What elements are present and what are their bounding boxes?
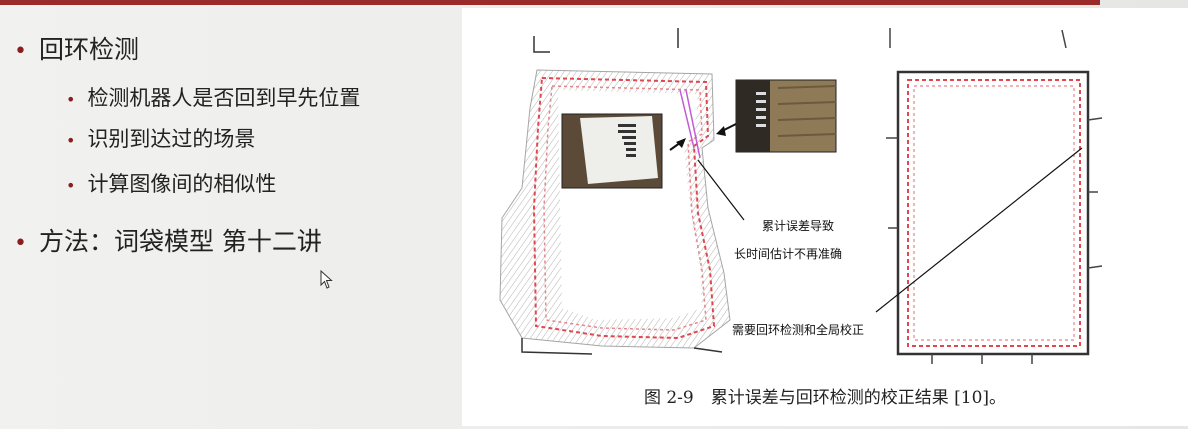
corrected-wall-stubs [886,28,1103,364]
bullet-text: 计算图像间的相似性 [87,172,277,196]
bullet-dot-icon: • [14,231,27,256]
sub-bullet-recognize-scene: • 识别到达过的场景 [66,123,255,153]
bullet-text: 回环检测 [38,35,139,64]
bullet-dot-icon: • [66,90,76,109]
photo-inset-right [735,79,837,153]
corrected-trajectory-inner [913,85,1075,341]
annotation-drift-line1: 累计误差导致 [762,219,835,233]
annotation-drift-line2: 长时间估计不再准确 [734,247,843,261]
bullet-loop-closure: • 回环检测 [14,30,139,66]
bullet-dot-icon: • [66,131,76,150]
corrected-trajectory [907,79,1081,347]
bullet-dot-icon: • [14,39,27,64]
corrected-map [886,28,1103,364]
drifted-map [499,28,731,355]
photo-inset-left [561,113,663,189]
figure-caption: 图 2-9 累计误差与回环检测的校正结果 [10]。 [643,388,1007,408]
bullet-dot-icon: • [66,176,76,195]
bullet-text: 方法：词袋模型 第十二讲 [38,227,322,256]
sub-bullet-detect-return: • 检测机器人是否回到早先位置 [66,82,360,112]
slide-accent-bar [0,0,1100,5]
bullet-text: 识别到达过的场景 [87,127,256,151]
sub-bullet-compute-similarity: • 计算图像间的相似性 [66,168,276,198]
bullet-method: • 方法：词袋模型 第十二讲 [14,222,322,258]
bullet-text: 检测机器人是否回到早先位置 [87,86,361,110]
corrected-walls [896,70,1090,356]
mouse-pointer-icon [320,270,333,289]
correction-leader-line [875,147,1083,313]
photo-pointer-arrowhead [716,126,726,136]
annotation-correction: 需要回环检测和全局校正 [732,323,865,337]
loop-closure-figure: 累计误差导致 长时间估计不再准确 需要回环检测和全局校正 图 2-9 累计误差与… [462,8,1188,426]
